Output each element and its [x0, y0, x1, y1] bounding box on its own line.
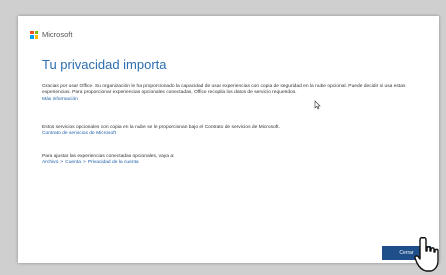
settings-path: Archivo > Cuenta > Privacidad de la cuen…: [42, 160, 414, 166]
intro-text: Gracias por usar Office. Su organización…: [42, 84, 406, 96]
settings-paragraph: Para ajustar las experiencias conectadas…: [42, 154, 414, 167]
privacy-dialog: Microsoft Tu privacidad importa Gracias …: [18, 16, 439, 263]
hand-pointer-icon: [414, 236, 439, 272]
path-separator: >: [82, 160, 86, 166]
brand-name: Microsoft: [42, 30, 73, 39]
path-privacy-link[interactable]: Privacidad de la cuenta: [88, 160, 139, 166]
microsoft-logo-icon: [30, 30, 38, 39]
microsoft-brand: Microsoft: [30, 30, 72, 39]
services-text: Estos servicios opcionales con copia en …: [42, 125, 280, 130]
path-account-link[interactable]: Cuenta: [65, 160, 81, 166]
path-separator: >: [60, 160, 64, 166]
mouse-pointer-icon: [314, 100, 321, 110]
dialog-title: Tu privacidad importa: [42, 57, 167, 72]
service-agreement-link[interactable]: Contrato de servicios de Microsoft: [42, 131, 414, 137]
path-file-link[interactable]: Archivo: [42, 160, 58, 166]
more-info-link[interactable]: Más información: [42, 97, 414, 103]
services-paragraph: Estos servicios opcionales con copia en …: [42, 125, 414, 138]
intro-paragraph: Gracias por usar Office. Su organización…: [42, 84, 414, 103]
settings-text: Para ajustar las experiencias conectadas…: [42, 154, 175, 159]
